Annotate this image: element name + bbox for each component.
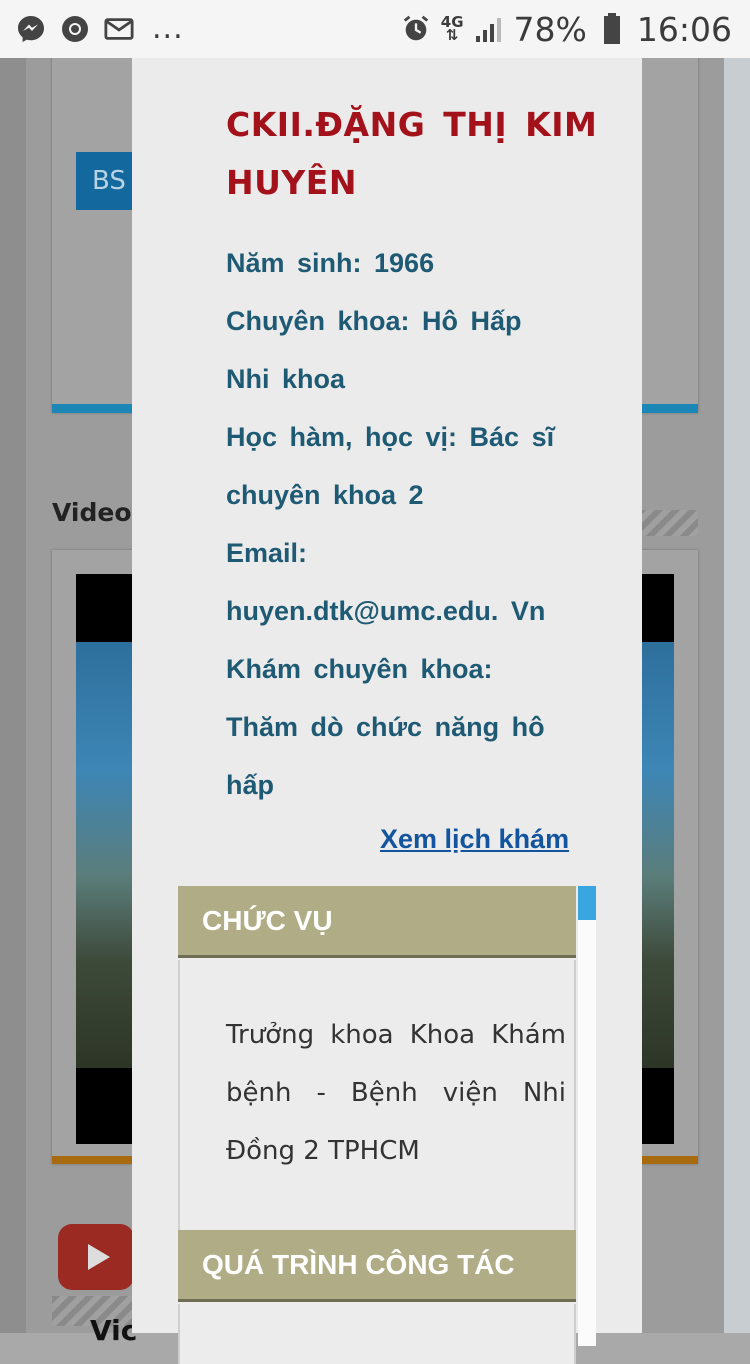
alarm-icon	[401, 14, 431, 44]
specialty: Chuyên khoa: Hô Hấp	[226, 306, 522, 336]
background-bottom-text: Vic	[90, 1314, 138, 1347]
email-value: huyen.dtk@umc.edu. Vn	[226, 596, 546, 626]
panel-scrollbar[interactable]	[578, 886, 596, 1346]
doctor-info: Năm sinh: 1966 Chuyên khoa: Hô Hấp Nhi k…	[226, 234, 602, 814]
doctor-detail-modal[interactable]: CKII.ĐẶNG THỊ KIM HUYÊN Năm sinh: 1966 C…	[132, 58, 642, 1364]
birth-year: Năm sinh: 1966	[226, 248, 435, 278]
academic-title: Học hàm, học vị: Bác sĩ	[226, 422, 555, 452]
battery-icon	[597, 13, 627, 44]
specialty-cont: Nhi khoa	[226, 364, 346, 394]
network-type: 4G ⇅	[440, 13, 464, 44]
exam-specialty-label: Khám chuyên khoa:	[226, 654, 493, 684]
messenger-icon	[16, 14, 46, 44]
doctor-sections-panel[interactable]: CHỨC VỤ Trưởng khoa Khoa Khám bệnh - Bện…	[178, 886, 596, 1364]
battery-percent: 78%	[513, 9, 587, 49]
signal-icon	[474, 14, 504, 44]
career-section-header: QUÁ TRÌNH CÔNG TÁC	[178, 1230, 576, 1302]
background-right-edge	[724, 58, 750, 1333]
doctor-name: CKII.ĐẶNG THỊ KIM HUYÊN	[226, 105, 598, 202]
background-stripes	[638, 510, 698, 536]
panel-scrollbar-thumb[interactable]	[578, 886, 596, 920]
youtube-icon	[58, 1224, 134, 1290]
exam-specialty: Thăm dò chức năng hô	[226, 712, 545, 742]
position-section-header: CHỨC VỤ	[178, 886, 576, 958]
overflow-dots: ...	[152, 11, 184, 46]
academic-title-cont: chuyên khoa 2	[226, 480, 424, 510]
view-schedule-link[interactable]: Xem lịch khám	[380, 824, 569, 855]
status-bar: ... 4G ⇅ 78% 16:06	[0, 0, 750, 58]
email-label: Email:	[226, 538, 308, 568]
position-text: Trưởng khoa Khoa Khám bệnh - Bệnh viện N…	[226, 1020, 566, 1166]
mail-icon	[104, 14, 134, 44]
chrome-icon	[60, 14, 90, 44]
clock: 16:06	[636, 9, 732, 49]
career-section-body	[178, 1304, 576, 1364]
position-section-body: Trưởng khoa Khoa Khám bệnh - Bệnh viện N…	[178, 960, 576, 1230]
background-left-edge	[0, 58, 26, 1333]
exam-specialty-cont: hấp	[226, 770, 275, 800]
background-video-title: Video	[52, 498, 132, 527]
